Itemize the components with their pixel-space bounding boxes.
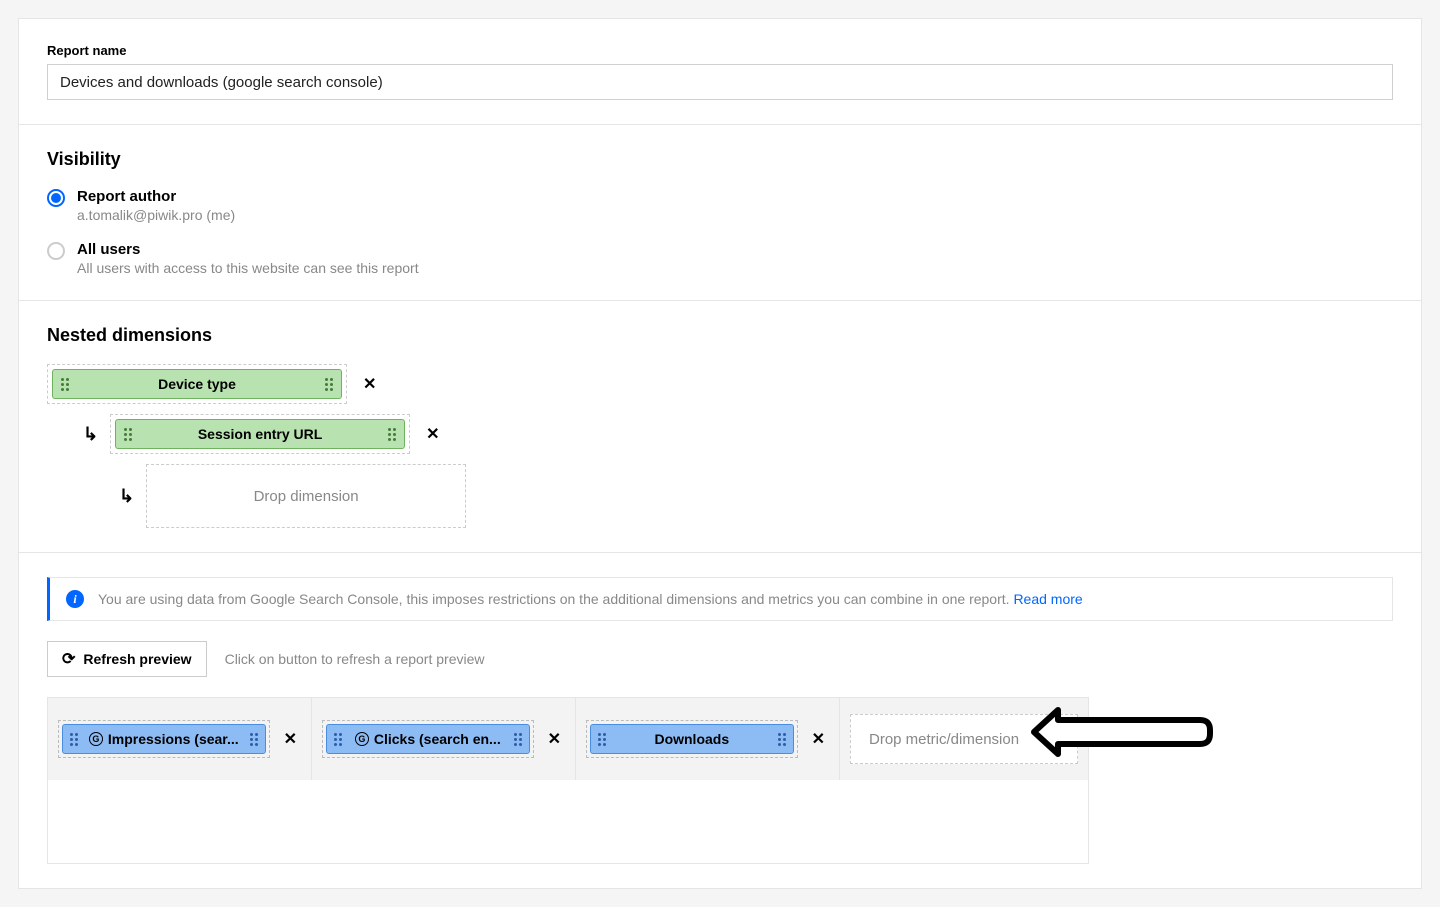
drag-handle-icon[interactable]: [512, 733, 524, 746]
dimension-chip-device-type[interactable]: Device type: [52, 369, 342, 399]
gsc-icon: G: [89, 732, 103, 746]
visibility-option-title: All users: [77, 241, 419, 258]
metric-chip-clicks[interactable]: G Clicks (search en...: [326, 724, 530, 754]
remove-dimension-button[interactable]: ✕: [422, 424, 443, 444]
read-more-link[interactable]: Read more: [1013, 591, 1082, 607]
metrics-header: G Impressions (sear... ✕: [47, 697, 1089, 780]
drag-handle-icon[interactable]: [386, 428, 398, 441]
radio-icon: [47, 242, 65, 260]
metric-label: Downloads: [654, 731, 729, 747]
drag-handle-icon[interactable]: [122, 428, 134, 441]
dimension-label: Device type: [71, 376, 323, 392]
remove-metric-button[interactable]: ✕: [280, 729, 301, 749]
refresh-button-label: Refresh preview: [83, 651, 191, 667]
remove-dimension-button[interactable]: ✕: [359, 374, 380, 394]
nested-dimensions-heading: Nested dimensions: [47, 325, 1393, 346]
drop-metric-zone[interactable]: Drop metric/dimension: [850, 714, 1078, 764]
report-name-label: Report name: [47, 43, 1393, 58]
visibility-option-sub: a.tomalik@piwik.pro (me): [77, 207, 235, 223]
drag-handle-icon[interactable]: [68, 733, 80, 746]
preview-body: [47, 780, 1089, 864]
drag-handle-icon[interactable]: [332, 733, 344, 746]
metric-chip-downloads[interactable]: Downloads: [590, 724, 794, 754]
drag-handle-icon[interactable]: [776, 733, 788, 746]
nesting-arrow-icon: ↳: [83, 424, 98, 445]
metric-label: Clicks (search en...: [374, 731, 501, 747]
metric-column: G Clicks (search en... ✕: [312, 698, 576, 780]
remove-metric-button[interactable]: ✕: [808, 729, 829, 749]
drag-handle-icon[interactable]: [59, 378, 71, 391]
nesting-arrow-icon: ↳: [119, 486, 134, 507]
visibility-option-author[interactable]: Report author a.tomalik@piwik.pro (me): [47, 188, 1393, 223]
visibility-option-sub: All users with access to this website ca…: [77, 260, 419, 276]
visibility-option-title: Report author: [77, 188, 235, 205]
dimension-chip-wrap: Session entry URL: [110, 414, 410, 454]
info-text: You are using data from Google Search Co…: [98, 591, 1010, 607]
dimension-chip-session-entry-url[interactable]: Session entry URL: [115, 419, 405, 449]
metric-column: G Impressions (sear... ✕: [48, 698, 312, 780]
info-banner: i You are using data from Google Search …: [47, 577, 1393, 621]
visibility-heading: Visibility: [47, 149, 1393, 170]
gsc-icon: G: [355, 732, 369, 746]
dimension-label: Session entry URL: [134, 426, 386, 442]
drop-dimension-zone[interactable]: Drop dimension: [146, 464, 466, 528]
metric-chip-impressions[interactable]: G Impressions (sear...: [62, 724, 266, 754]
metric-drop-column: Drop metric/dimension: [840, 698, 1088, 780]
report-name-input[interactable]: [47, 64, 1393, 100]
metric-column: Downloads ✕: [576, 698, 840, 780]
info-icon: i: [66, 590, 84, 608]
drag-handle-icon[interactable]: [248, 733, 260, 746]
visibility-option-allusers[interactable]: All users All users with access to this …: [47, 241, 1393, 276]
drag-handle-icon[interactable]: [596, 733, 608, 746]
dimension-chip-wrap: Device type: [47, 364, 347, 404]
remove-metric-button[interactable]: ✕: [544, 729, 565, 749]
refresh-hint: Click on button to refresh a report prev…: [225, 651, 485, 667]
radio-icon: [47, 189, 65, 207]
refresh-icon: ⟳: [62, 649, 75, 669]
refresh-preview-button[interactable]: ⟳ Refresh preview: [47, 641, 207, 677]
drag-handle-icon[interactable]: [323, 378, 335, 391]
metric-label: Impressions (sear...: [108, 731, 239, 747]
